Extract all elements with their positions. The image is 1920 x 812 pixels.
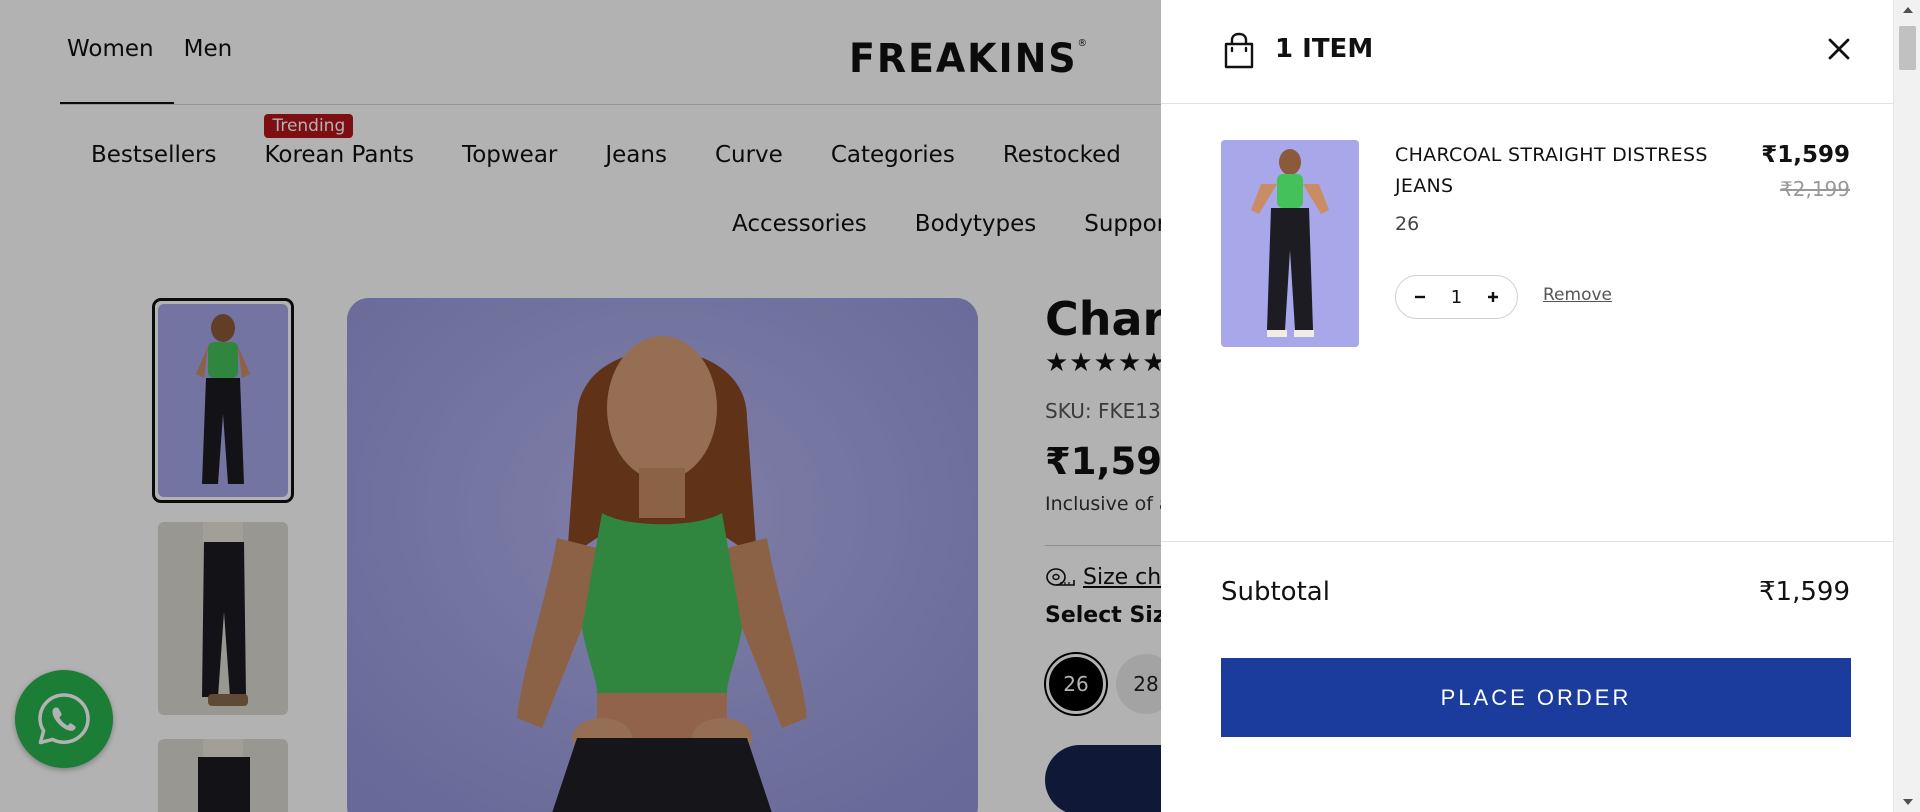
page-dim-overlay[interactable] xyxy=(0,0,1161,812)
decrement-quantity-button[interactable] xyxy=(1410,287,1430,307)
minus-icon xyxy=(1415,295,1425,299)
plus-icon xyxy=(1487,292,1498,302)
place-order-button[interactable]: PLACE ORDER xyxy=(1221,658,1851,737)
triangle-up-icon xyxy=(1902,7,1913,13)
subtotal-value: ₹1,599 xyxy=(1759,577,1850,607)
cart-drawer: 1 ITEM CHARCOAL STRAIGHT DISTRESS JEANS … xyxy=(1161,0,1893,812)
remove-item-link[interactable]: Remove xyxy=(1543,285,1612,305)
model-figure-cart xyxy=(1221,140,1359,347)
scroll-up-arrow[interactable] xyxy=(1894,0,1920,20)
cart-item-name[interactable]: CHARCOAL STRAIGHT DISTRESS JEANS xyxy=(1395,140,1735,202)
triangle-down-icon xyxy=(1902,799,1913,805)
increment-quantity-button[interactable] xyxy=(1483,287,1503,307)
cart-item-image[interactable] xyxy=(1221,140,1359,347)
cart-footer-divider xyxy=(1161,541,1893,542)
shopping-bag-icon xyxy=(1224,32,1254,69)
scrollbar-thumb[interactable] xyxy=(1899,26,1916,70)
cart-item-size: 26 xyxy=(1395,213,1420,235)
quantity-value: 1 xyxy=(1450,286,1463,308)
cart-item-price: ₹1,599 xyxy=(1761,142,1850,168)
subtotal-label: Subtotal xyxy=(1221,577,1330,607)
close-cart-button[interactable] xyxy=(1824,34,1854,64)
cart-header: 1 ITEM xyxy=(1161,0,1893,104)
scroll-down-arrow[interactable] xyxy=(1894,792,1920,812)
cart-item-count: 1 ITEM xyxy=(1275,34,1374,64)
page-scrollbar[interactable] xyxy=(1893,0,1920,812)
cart-item-original-price: ₹2,199 xyxy=(1780,177,1850,201)
close-icon xyxy=(1828,38,1850,60)
quantity-stepper: 1 xyxy=(1395,275,1518,319)
